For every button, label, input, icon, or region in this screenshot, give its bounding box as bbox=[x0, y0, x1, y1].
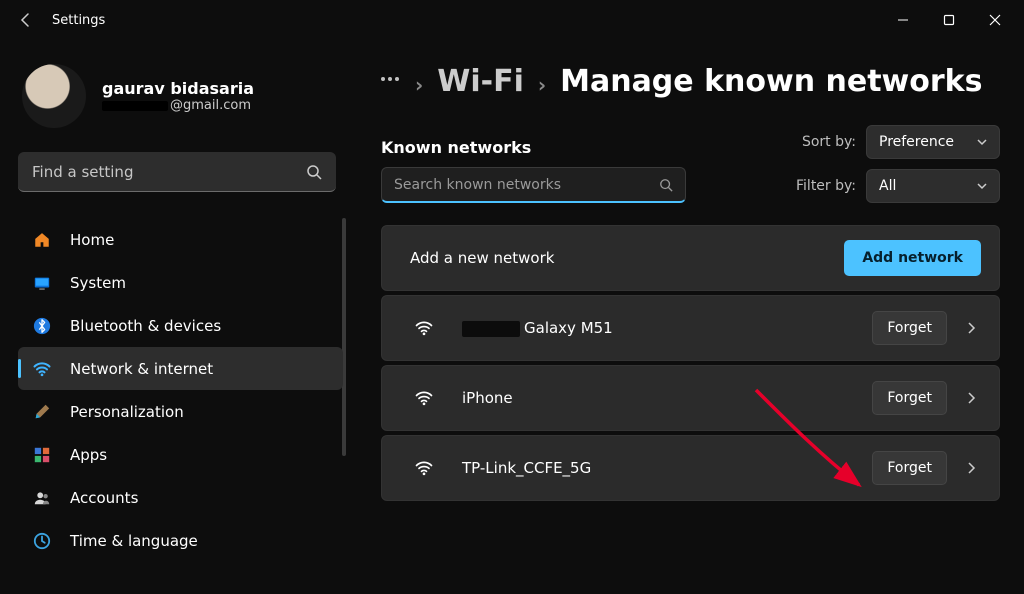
back-button[interactable] bbox=[10, 4, 42, 36]
sidebar-item-home[interactable]: Home bbox=[18, 218, 343, 261]
add-network-button[interactable]: Add network bbox=[844, 240, 981, 276]
sidebar-item-time[interactable]: Time & language bbox=[18, 519, 343, 562]
breadcrumb: › Wi-Fi › Manage known networks bbox=[381, 64, 1000, 99]
wifi-icon bbox=[414, 318, 434, 338]
sidebar-nav: Home System Bluetooth & devices Network … bbox=[18, 218, 343, 562]
sidebar-item-bluetooth[interactable]: Bluetooth & devices bbox=[18, 304, 343, 347]
sidebar-item-label: Bluetooth & devices bbox=[70, 317, 221, 335]
accounts-icon bbox=[32, 488, 52, 508]
filter-by-label: Filter by: bbox=[796, 178, 856, 194]
window-title: Settings bbox=[52, 13, 105, 28]
chevron-right-icon: › bbox=[538, 67, 546, 97]
wifi-icon bbox=[414, 388, 434, 408]
sidebar-item-label: Accounts bbox=[70, 489, 138, 507]
user-name: gaurav bidasaria bbox=[102, 79, 254, 98]
sidebar-item-apps[interactable]: Apps bbox=[18, 433, 343, 476]
apps-icon bbox=[32, 445, 52, 465]
network-name: iPhone bbox=[462, 389, 513, 407]
minimize-button[interactable] bbox=[880, 4, 926, 36]
sidebar-item-label: Time & language bbox=[70, 532, 198, 550]
sidebar-item-accounts[interactable]: Accounts bbox=[18, 476, 343, 519]
sort-by-value: Preference bbox=[879, 134, 954, 150]
wifi-icon bbox=[414, 458, 434, 478]
networks-list: Add a new network Add network Galaxy M51… bbox=[381, 225, 1000, 501]
forget-button[interactable]: Forget bbox=[872, 381, 947, 415]
add-network-label: Add a new network bbox=[410, 249, 554, 267]
network-name: Galaxy M51 bbox=[462, 319, 613, 337]
sidebar-item-label: System bbox=[70, 274, 126, 292]
wifi-icon bbox=[32, 359, 52, 379]
sidebar-item-network[interactable]: Network & internet bbox=[18, 347, 343, 390]
filter-by-dropdown[interactable]: All bbox=[866, 169, 1000, 203]
profile-block[interactable]: gaurav bidasaria @gmail.com bbox=[18, 58, 345, 152]
bluetooth-icon bbox=[32, 316, 52, 336]
sort-by-dropdown[interactable]: Preference bbox=[866, 125, 1000, 159]
avatar bbox=[22, 64, 86, 128]
search-icon bbox=[659, 178, 673, 192]
user-email: @gmail.com bbox=[102, 98, 254, 113]
system-icon bbox=[32, 273, 52, 293]
add-network-row: Add a new network Add network bbox=[381, 225, 1000, 291]
sidebar-item-label: Apps bbox=[70, 446, 107, 464]
breadcrumb-overflow[interactable] bbox=[381, 77, 401, 87]
chevron-down-icon bbox=[977, 181, 987, 191]
maximize-button[interactable] bbox=[926, 4, 972, 36]
filter-by-value: All bbox=[879, 178, 896, 194]
breadcrumb-wifi[interactable]: Wi-Fi bbox=[437, 64, 524, 99]
home-icon bbox=[32, 230, 52, 250]
network-row[interactable]: Galaxy M51 Forget bbox=[381, 295, 1000, 361]
close-button[interactable] bbox=[972, 4, 1018, 36]
chevron-right-icon[interactable] bbox=[961, 462, 981, 474]
chevron-down-icon bbox=[977, 137, 987, 147]
sidebar-item-system[interactable]: System bbox=[18, 261, 343, 304]
sidebar-item-personalization[interactable]: Personalization bbox=[18, 390, 343, 433]
sort-by-label: Sort by: bbox=[802, 134, 856, 150]
known-networks-heading: Known networks bbox=[381, 138, 686, 157]
sidebar-item-label: Network & internet bbox=[70, 360, 213, 378]
search-known-networks-input[interactable] bbox=[394, 177, 659, 193]
sidebar-item-label: Personalization bbox=[70, 403, 184, 421]
forget-button[interactable]: Forget bbox=[872, 451, 947, 485]
brush-icon bbox=[32, 402, 52, 422]
sidebar-item-label: Home bbox=[70, 231, 114, 249]
chevron-right-icon[interactable] bbox=[961, 392, 981, 404]
search-icon bbox=[306, 164, 322, 180]
network-name: TP-Link_CCFE_5G bbox=[462, 459, 591, 477]
network-row[interactable]: TP-Link_CCFE_5G Forget bbox=[381, 435, 1000, 501]
chevron-right-icon: › bbox=[415, 67, 423, 97]
breadcrumb-current: Manage known networks bbox=[560, 64, 982, 99]
time-icon bbox=[32, 531, 52, 551]
sidebar-search-input[interactable] bbox=[32, 163, 306, 181]
search-known-networks[interactable] bbox=[381, 167, 686, 203]
forget-button[interactable]: Forget bbox=[872, 311, 947, 345]
chevron-right-icon[interactable] bbox=[961, 322, 981, 334]
network-row[interactable]: iPhone Forget bbox=[381, 365, 1000, 431]
sidebar-search[interactable] bbox=[18, 152, 336, 192]
